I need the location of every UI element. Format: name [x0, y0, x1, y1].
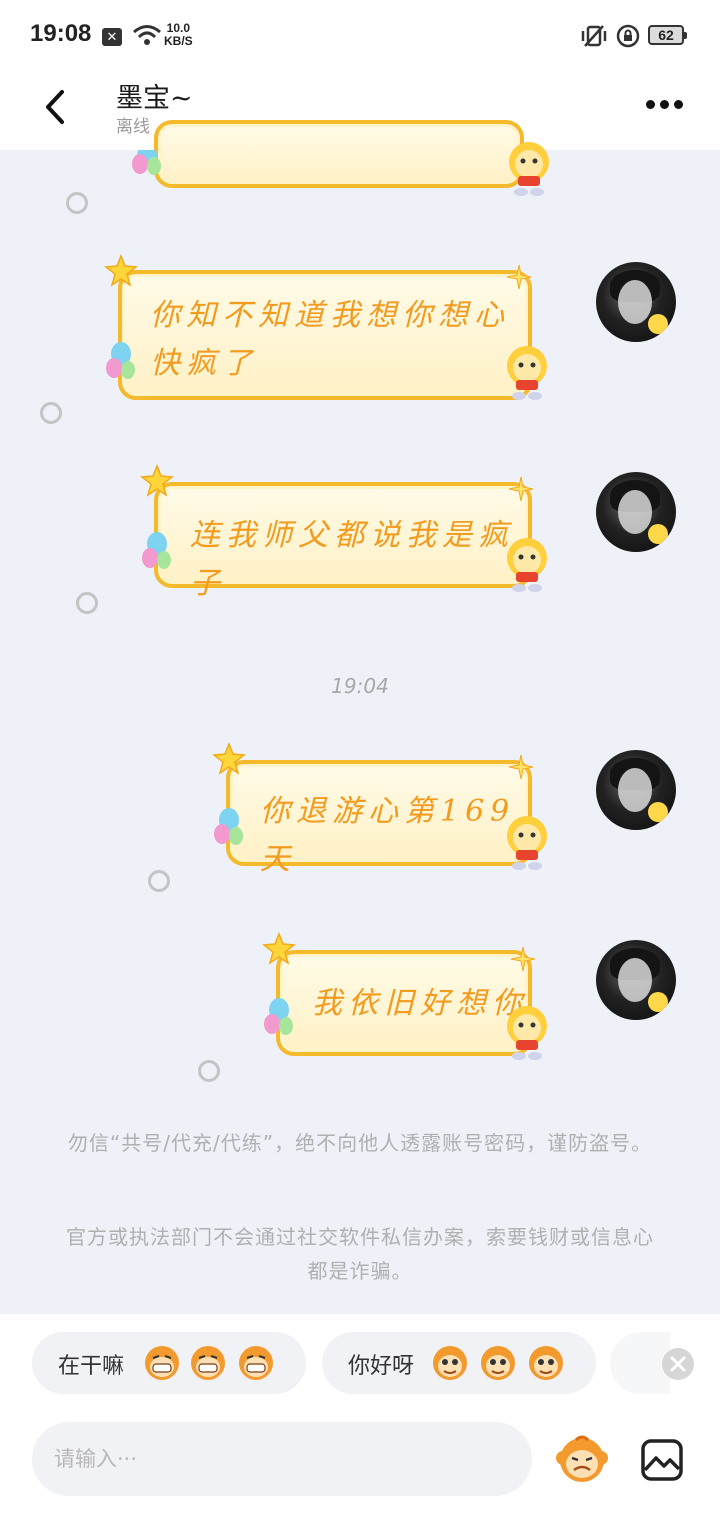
balloons-icon	[106, 342, 135, 379]
star-icon	[104, 254, 138, 287]
image-icon	[641, 1439, 683, 1481]
sparkle-icon	[506, 264, 532, 290]
status-time: 19:08	[30, 20, 92, 47]
monkey-mascot-icon	[507, 346, 547, 400]
quick-reply-label: 在干嘛	[58, 1354, 125, 1379]
star-icon	[140, 464, 174, 497]
monkey-face-icon	[433, 1346, 467, 1380]
balloons-icon	[214, 808, 243, 845]
more-button[interactable]	[640, 90, 690, 120]
monkey-mascot-icon	[507, 538, 547, 592]
grinning-monkey-icon	[145, 1346, 179, 1380]
balloons-icon	[142, 532, 171, 569]
quick-reply-chip[interactable]: 你好呀	[322, 1332, 596, 1394]
avatar[interactable]	[596, 472, 676, 552]
read-status-circle	[76, 592, 98, 614]
wifi-icon	[133, 25, 161, 45]
grinning-monkey-icon	[191, 1346, 225, 1380]
monkey-face-icon	[556, 1435, 608, 1482]
grinning-monkey-icon	[239, 1346, 273, 1380]
message-text: 连我师父都说我是疯子	[190, 518, 514, 601]
sticker-button[interactable]	[554, 1434, 610, 1486]
avatar[interactable]	[596, 750, 676, 830]
message-timestamp: 19:04	[331, 674, 389, 698]
message-input[interactable]	[32, 1422, 532, 1496]
contact-status: 离线	[116, 117, 150, 137]
read-status-circle	[198, 1060, 220, 1082]
star-icon	[262, 932, 296, 965]
balloons-icon	[132, 150, 161, 175]
contact-name[interactable]: 墨宝~	[116, 76, 193, 115]
back-button[interactable]	[36, 82, 76, 132]
input-panel: 在干嘛 你好呀	[0, 1314, 720, 1520]
security-notice: 勿信“共号/代充/代练”，绝不向他人透露账号密码，谨防盗号。	[67, 1131, 653, 1155]
monkey-face-icon	[481, 1346, 515, 1380]
rotation-lock-icon	[616, 24, 640, 48]
vibrate-icon	[581, 25, 607, 47]
quick-reply-chip[interactable]: 在干嘛	[32, 1332, 306, 1394]
fraud-notice: 官方或执法部门不会通过社交软件私信办案，索要钱财或信息心都是诈骗。	[66, 1225, 654, 1283]
read-status-circle	[40, 402, 62, 424]
status-bar: 19:08 ✕ 10.0 KB/S 62	[0, 0, 720, 70]
quick-reply-label: 你好呀	[348, 1354, 415, 1379]
close-quick-replies-button[interactable]	[662, 1348, 694, 1380]
battery-indicator: 62	[648, 25, 687, 45]
balloons-icon	[264, 998, 293, 1035]
message-bubble-partial	[0, 120, 720, 200]
read-status-circle	[66, 192, 88, 214]
star-icon	[212, 742, 246, 775]
chevron-left-icon	[46, 90, 64, 124]
read-status-circle	[148, 870, 170, 892]
more-dots-icon	[674, 100, 683, 109]
quick-reply-chip-partial[interactable]	[610, 1332, 670, 1394]
more-dots-icon	[660, 100, 669, 109]
image-button[interactable]	[640, 1438, 684, 1482]
more-dots-icon	[646, 100, 655, 109]
monkey-mascot-icon	[507, 1006, 547, 1060]
avatar[interactable]	[596, 940, 676, 1020]
message-text: 我依旧好想你	[312, 986, 528, 1021]
sparkle-icon	[508, 476, 534, 502]
network-speed: 10.0 KB/S	[164, 22, 193, 48]
monkey-mascot-icon	[509, 142, 549, 196]
message-text: 你退游心第169天	[260, 794, 516, 877]
message-text: 你知不知道我想你想心快疯了	[150, 298, 510, 381]
avatar[interactable]	[596, 262, 676, 342]
sparkle-icon	[510, 946, 536, 972]
monkey-mascot-icon	[507, 816, 547, 870]
close-icon	[670, 1356, 686, 1372]
sparkle-icon	[508, 754, 534, 780]
monkey-face-icon	[529, 1346, 563, 1380]
close-notification-icon: ✕	[102, 28, 122, 46]
network-speed-unit: KB/S	[164, 34, 193, 48]
